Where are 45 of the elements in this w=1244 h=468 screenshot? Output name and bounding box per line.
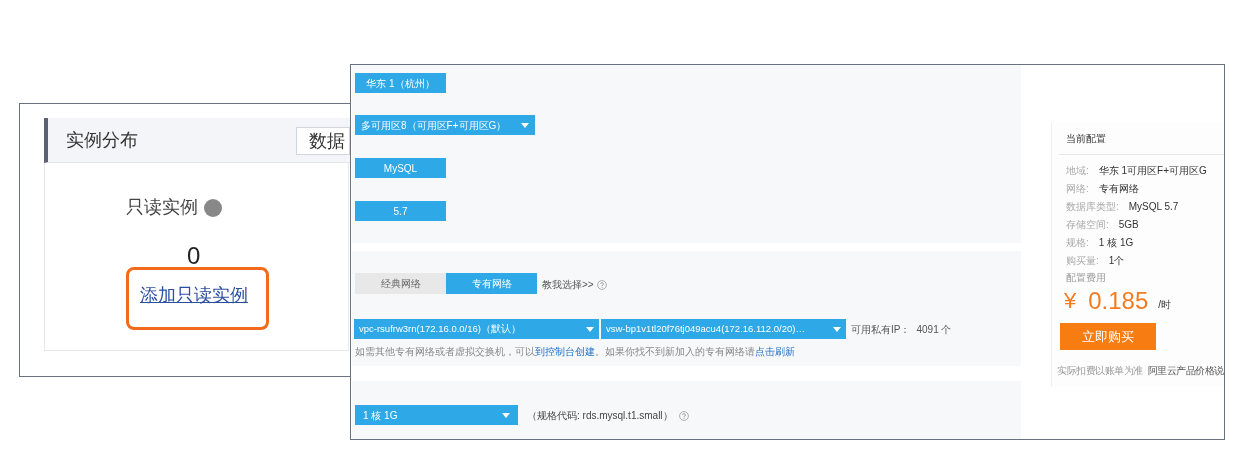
- pricing-link[interactable]: 阿里云产品价格说: [1147, 363, 1224, 378]
- summary-label: 购买量:: [1066, 254, 1099, 266]
- currency-symbol: ¥: [1064, 287, 1077, 315]
- region-button[interactable]: 华东 1（杭州）: [355, 73, 446, 93]
- help-link[interactable]: 教我选择>>: [542, 277, 594, 292]
- summary-value: 1个: [1108, 254, 1125, 266]
- version-button[interactable]: 5.7: [355, 201, 446, 221]
- summary-value: 1 核 1G: [1098, 236, 1134, 248]
- spec-code: （规格代码: rds.mysql.t1.small）: [527, 409, 673, 423]
- vswitch-select[interactable]: vsw-bp1v1tl20f76tj049acu4(172.16.112.0/20)…: [601, 319, 846, 339]
- buy-button[interactable]: 立即购买: [1060, 323, 1156, 350]
- caret-icon: [521, 122, 529, 128]
- billing-note: 实际扣费以账单为准: [1057, 364, 1143, 378]
- summary-value: 5GB: [1118, 218, 1139, 230]
- panel-title: 实例分布: [66, 128, 138, 152]
- ip-label: 可用私有IP：: [851, 323, 911, 337]
- price-unit: /时: [1158, 298, 1172, 312]
- caret-icon: [502, 412, 510, 418]
- network-tab[interactable]: 专有网络: [446, 273, 537, 294]
- engine-button[interactable]: MySQL: [355, 158, 446, 178]
- cost-label: 配置费用: [1066, 271, 1106, 285]
- vpc-select[interactable]: vpc-rsufrw3rn(172.16.0.0/16)（默认）: [354, 319, 599, 339]
- zone-select[interactable]: 多可用区8（可用区F+可用区G）: [355, 115, 535, 135]
- readonly-label: 只读实例: [126, 196, 198, 219]
- readonly-count: 0: [187, 241, 201, 271]
- summary-label: 网络:: [1066, 182, 1089, 194]
- summary-label: 存储空间:: [1066, 218, 1109, 230]
- hint-link[interactable]: 点击刷新: [755, 346, 795, 357]
- spec-select[interactable]: 1 核 1G: [355, 405, 518, 425]
- summary-label: 地域:: [1066, 164, 1089, 176]
- network-hint: 如需其他专有网络或者虚拟交换机，可以到控制台创建。如果你找不到新加入的专有网络请点击刷新: [355, 345, 795, 359]
- caret-icon: [586, 326, 594, 332]
- summary-value: 华东 1可用区F+可用区G: [1098, 164, 1207, 176]
- summary-label: 数据库类型:: [1066, 200, 1119, 212]
- summary-label: 规格:: [1066, 236, 1089, 248]
- summary-title: 当前配置: [1066, 132, 1106, 146]
- caret-icon: [833, 326, 841, 332]
- price-amount: 0.185: [1088, 287, 1149, 315]
- add-readonly-link[interactable]: 添加只读实例: [140, 282, 248, 309]
- summary-value: MySQL 5.7: [1128, 200, 1179, 212]
- database-tab[interactable]: 数据: [296, 127, 350, 155]
- summary-value: 专有网络: [1098, 182, 1139, 194]
- ip-count: 4091 个: [916, 323, 952, 337]
- network-tab[interactable]: 经典网络: [355, 273, 446, 294]
- hint-link[interactable]: 到控制台创建: [535, 346, 595, 357]
